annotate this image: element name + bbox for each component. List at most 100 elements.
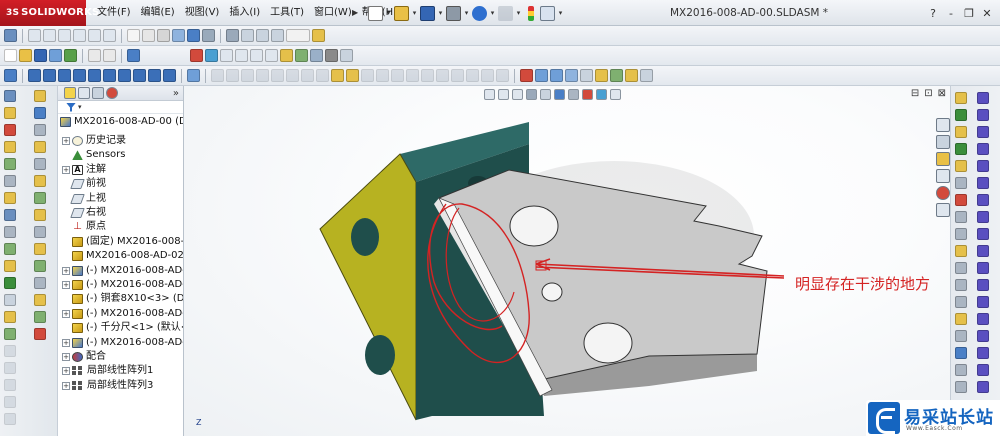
tree-node[interactable]: + 局部线性阵列3	[62, 379, 153, 393]
sketch-tool-icon[interactable]	[977, 381, 989, 393]
vertical-tool-icon[interactable]	[4, 277, 16, 289]
display-manager-tab-icon[interactable]	[106, 87, 118, 99]
menu-window[interactable]: 窗口(W)	[309, 0, 357, 26]
pan-icon[interactable]	[103, 29, 116, 42]
undo-icon[interactable]	[472, 5, 487, 21]
sketch-tool-icon[interactable]	[977, 160, 989, 172]
copy-appearance-icon[interactable]	[265, 49, 278, 62]
vertical-tool-icon[interactable]	[955, 330, 967, 342]
property-manager-tab-icon[interactable]	[78, 87, 90, 99]
vertical-tool-icon[interactable]	[34, 158, 46, 170]
vertical-tool-icon[interactable]	[4, 362, 16, 374]
vertical-tool-icon[interactable]	[4, 192, 16, 204]
custom-properties-icon[interactable]	[936, 203, 950, 217]
rotate-component-icon[interactable]	[73, 69, 86, 82]
section-view-icon[interactable]	[226, 29, 239, 42]
vertical-tool-icon[interactable]	[955, 228, 967, 240]
options-icon[interactable]	[540, 5, 555, 21]
vertical-tool-icon[interactable]	[4, 107, 16, 119]
sketch-tool-icon[interactable]	[977, 347, 989, 359]
hidden-lines-visible-icon[interactable]	[142, 29, 155, 42]
thickness-analysis-icon[interactable]	[481, 69, 494, 82]
appearances-scenes-icon[interactable]	[936, 186, 950, 200]
vertical-tool-icon[interactable]	[34, 277, 46, 289]
vertical-tool-icon[interactable]	[955, 211, 967, 223]
vertical-tool-icon[interactable]	[4, 158, 16, 170]
pin-menu-icon[interactable]: ▶	[352, 8, 361, 18]
component-pattern-icon[interactable]	[43, 69, 56, 82]
view-palette-icon[interactable]	[936, 169, 950, 183]
assembly-features-icon[interactable]	[103, 69, 116, 82]
vertical-tool-icon[interactable]	[34, 141, 46, 153]
tree-node[interactable]: (-) 千分尺<1> (默认<	[62, 321, 183, 335]
insert-components-icon[interactable]	[4, 69, 17, 82]
expand-toggle-icon[interactable]: +	[62, 266, 70, 275]
feature-manager-tab-icon[interactable]	[64, 87, 76, 99]
vertical-tool-icon[interactable]	[34, 311, 46, 323]
decals-icon[interactable]	[280, 49, 293, 62]
expand-toggle-icon[interactable]: +	[62, 137, 70, 145]
assembly-model-view[interactable]	[184, 86, 950, 436]
scan-to-3d-icon[interactable]	[610, 69, 623, 82]
mass-properties-icon[interactable]	[256, 69, 269, 82]
check-icon[interactable]	[361, 69, 374, 82]
new-icon[interactable]	[4, 49, 17, 62]
tree-filter[interactable]: ▾	[58, 101, 183, 114]
tree-root[interactable]: MX2016-008-AD-00 (D	[60, 115, 183, 129]
tree-node[interactable]: + (-) MX2016-008-AD-	[62, 278, 183, 292]
vertical-tool-icon[interactable]	[4, 260, 16, 272]
import-diagnostics-icon[interactable]	[376, 69, 389, 82]
select-icon[interactable]	[4, 29, 17, 42]
hidden-lines-removed-icon[interactable]	[157, 29, 170, 42]
edit-appearance-icon[interactable]	[250, 49, 263, 62]
select-filter-icon[interactable]	[271, 29, 284, 42]
sketch-tool-icon[interactable]	[977, 143, 989, 155]
tree-node[interactable]: + (-) MX2016-008-AD-	[62, 336, 183, 350]
vertical-tool-icon[interactable]	[4, 175, 16, 187]
sketch-tool-icon[interactable]	[977, 245, 989, 257]
sketch-tool-icon[interactable]	[977, 262, 989, 274]
solidworks-logo[interactable]: 3S SOLIDWORKS	[0, 0, 99, 26]
vertical-tool-icon[interactable]	[4, 311, 16, 323]
vertical-tool-icon[interactable]	[4, 396, 16, 408]
help-icon[interactable]: ?	[926, 7, 940, 20]
expand-toggle-icon[interactable]: +	[62, 367, 70, 376]
solidworks-resources-icon[interactable]	[936, 118, 950, 132]
zoom-area-icon[interactable]	[43, 29, 56, 42]
sketch-tool-icon[interactable]	[977, 279, 989, 291]
file-explorer-icon[interactable]	[936, 152, 950, 166]
tolanalyst-icon[interactable]	[625, 69, 638, 82]
expand-toggle-icon[interactable]: +	[62, 309, 70, 318]
options-icon[interactable]	[64, 49, 77, 62]
vertical-tool-icon[interactable]	[955, 381, 967, 393]
vertical-tool-icon[interactable]	[955, 296, 967, 308]
vertical-tool-icon[interactable]	[34, 124, 46, 136]
photoview-icon[interactable]	[595, 69, 608, 82]
minimize-button[interactable]: -	[944, 7, 958, 20]
shaded-edges-icon[interactable]	[172, 29, 185, 42]
menu-file[interactable]: 文件(F)	[92, 0, 136, 26]
vertical-tool-icon[interactable]	[34, 260, 46, 272]
vertical-tool-icon[interactable]	[4, 90, 16, 102]
tree-node[interactable]: 上视	[62, 192, 106, 206]
vertical-tool-icon[interactable]	[955, 109, 967, 121]
options-dropdown-icon[interactable]: ▾	[557, 9, 564, 17]
tree-node[interactable]: 前视	[62, 177, 106, 191]
vertical-tool-icon[interactable]	[955, 126, 967, 138]
sensor-icon[interactable]	[286, 69, 299, 82]
measure-icon[interactable]	[241, 69, 254, 82]
tree-node[interactable]: + (-) MX2016-008-AD-	[62, 307, 183, 321]
sketch-tool-icon[interactable]	[977, 228, 989, 240]
sketch-tool-icon[interactable]	[977, 194, 989, 206]
zoom-fit-icon[interactable]	[28, 29, 41, 42]
smart-fasteners-icon[interactable]	[331, 69, 344, 82]
zebra-stripes-icon[interactable]	[406, 69, 419, 82]
new-motion-study-icon[interactable]	[133, 69, 146, 82]
configuration-manager-tab-icon[interactable]	[92, 87, 104, 99]
deviation-analysis-icon[interactable]	[391, 69, 404, 82]
expand-toggle-icon[interactable]: +	[62, 381, 70, 390]
print-icon[interactable]	[446, 5, 461, 21]
clearance-verification-icon[interactable]	[211, 69, 224, 82]
filter-dropdown-icon[interactable]: ▾	[78, 103, 82, 111]
redo-icon[interactable]	[498, 5, 513, 21]
